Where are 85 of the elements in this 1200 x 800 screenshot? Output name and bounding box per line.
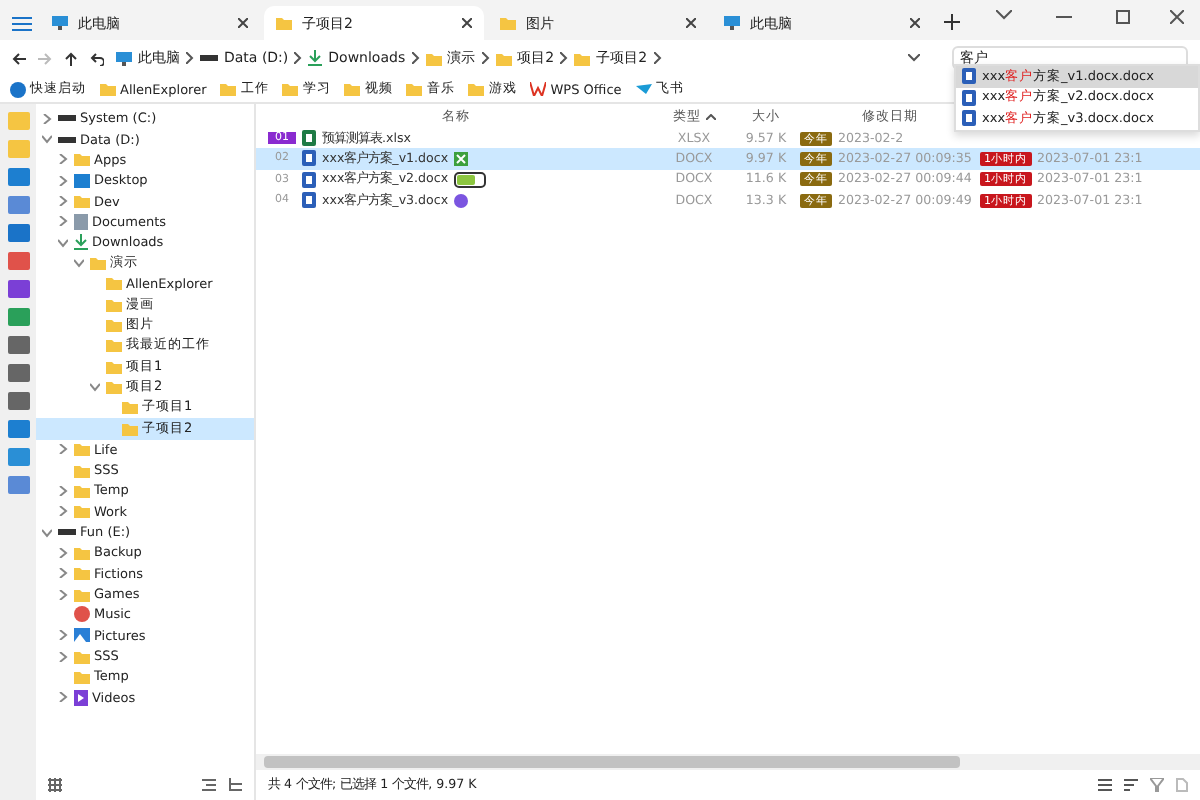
folder-icon	[74, 194, 90, 209]
chevron-right-icon[interactable]	[58, 506, 68, 517]
dot-icon	[454, 193, 469, 208]
folder-icon	[276, 16, 292, 30]
chevron-right-icon[interactable]	[42, 113, 52, 124]
videos-icon	[74, 689, 88, 706]
spreadsheet-icon	[302, 130, 316, 147]
chevron-right-icon[interactable]	[58, 589, 68, 600]
sidebar-shortcut-icon[interactable]	[7, 392, 29, 410]
drive-icon	[58, 528, 76, 537]
folder-icon	[282, 82, 299, 96]
chevron-down-icon[interactable]	[58, 237, 68, 248]
chevron-right-icon[interactable]	[58, 196, 68, 207]
drive-icon	[200, 54, 218, 62]
chevron-right-icon[interactable]	[411, 52, 420, 64]
sidebar-shortcut-icon[interactable]	[7, 168, 29, 186]
close-icon[interactable]	[686, 18, 696, 28]
folder-icon	[74, 152, 90, 167]
file-icon[interactable]	[1176, 778, 1188, 792]
close-icon[interactable]	[238, 18, 248, 28]
grid-icon[interactable]	[48, 778, 62, 792]
add-tab-icon[interactable]	[944, 14, 960, 30]
sidebar-shortcut-icon[interactable]	[7, 364, 29, 382]
chevron-right-icon[interactable]	[58, 547, 68, 558]
panel-icon[interactable]	[202, 778, 216, 792]
close-icon[interactable]	[910, 18, 920, 28]
forward-icon[interactable]	[38, 51, 52, 65]
chevron-right-icon[interactable]	[58, 216, 68, 227]
close-icon[interactable]	[462, 18, 472, 28]
chevron-right-icon[interactable]	[58, 485, 68, 496]
folder-icon	[500, 16, 516, 30]
maximize-icon[interactable]	[1116, 10, 1130, 24]
tag-icon	[454, 151, 469, 166]
music-icon	[74, 606, 90, 623]
up-icon[interactable]	[64, 51, 78, 65]
monitor-icon	[52, 16, 68, 30]
chevron-right-icon[interactable]	[58, 568, 68, 579]
monitor-icon	[724, 16, 740, 30]
chevron-right-icon[interactable]	[653, 52, 662, 64]
folder-icon	[344, 82, 361, 96]
folder-icon	[220, 82, 237, 96]
sidebar-shortcut-icon[interactable]	[7, 448, 29, 466]
sidebar-shortcut-icon[interactable]	[7, 420, 29, 438]
sidebar-shortcut-icon[interactable]	[7, 336, 29, 354]
back-icon[interactable]	[12, 51, 26, 65]
chevron-down-icon[interactable]	[908, 54, 920, 62]
chevron-right-icon[interactable]	[58, 175, 68, 186]
chevron-right-icon[interactable]	[58, 154, 68, 165]
sidebar-shortcut-icon[interactable]	[7, 308, 29, 326]
list-view-icon[interactable]	[1098, 778, 1112, 792]
chevron-right-icon[interactable]	[560, 52, 569, 64]
sidebar-shortcut-icon[interactable]	[7, 224, 29, 242]
filter-icon[interactable]	[1150, 778, 1164, 792]
chevron-down-icon[interactable]	[42, 527, 52, 538]
download-icon	[308, 50, 323, 66]
folder-icon	[100, 82, 116, 96]
sidebar-shortcut-icon[interactable]	[7, 252, 29, 270]
chevron-right-icon[interactable]	[58, 630, 68, 641]
chevron-right-icon[interactable]	[58, 444, 68, 455]
toggle-icon	[454, 171, 487, 188]
pictures-icon	[74, 628, 90, 643]
chevron-right-icon[interactable]	[58, 692, 68, 703]
chevron-right-icon[interactable]	[481, 52, 490, 64]
sort-icon[interactable]	[1124, 778, 1138, 792]
folder-icon	[574, 51, 591, 65]
sort-caret-icon	[705, 113, 715, 119]
sidebar-shortcut-icon[interactable]	[7, 476, 29, 494]
undo-icon[interactable]	[90, 51, 104, 65]
chevron-down-icon[interactable]	[42, 134, 52, 145]
scrollbar-thumb[interactable]	[264, 756, 960, 768]
desktop-icon	[74, 173, 90, 188]
chevron-right-icon[interactable]	[186, 52, 194, 64]
close-icon[interactable]	[1170, 10, 1184, 24]
sidebar-shortcut-icon[interactable]	[7, 196, 29, 214]
documents-icon	[74, 213, 88, 230]
download-icon	[74, 234, 88, 251]
monitor-icon	[116, 51, 132, 65]
chevron-down-icon[interactable]	[90, 382, 100, 393]
chevron-right-icon[interactable]	[294, 52, 303, 64]
chevron-down-icon[interactable]	[74, 258, 84, 269]
tree-icon[interactable]	[228, 778, 242, 792]
wps-icon	[530, 82, 547, 96]
chevron-right-icon[interactable]	[58, 651, 68, 662]
sidebar-shortcut-icon[interactable]	[7, 280, 29, 298]
chevron-down-icon[interactable]	[996, 10, 1012, 20]
